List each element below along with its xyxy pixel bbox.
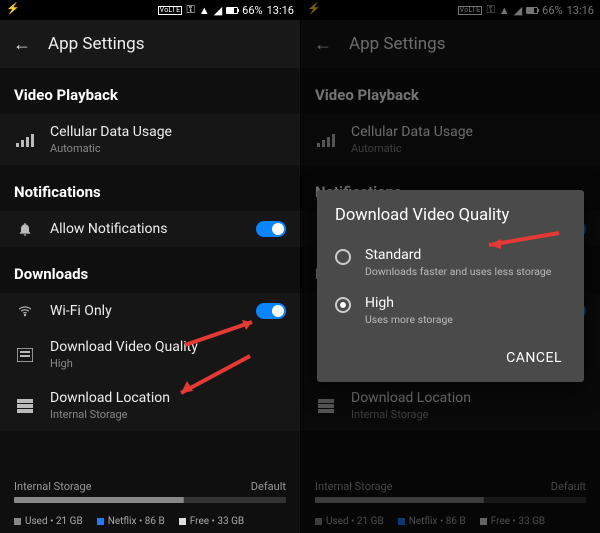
storage-legend: Used • 21 GB Netflix • 86 B Free • 33 GB xyxy=(301,516,600,527)
bell-icon xyxy=(14,221,36,237)
section-downloads: Downloads xyxy=(0,247,300,293)
status-bar: ⚡ VoLTE ⚿ ▲ ◢ 66% 13:16 xyxy=(301,0,600,20)
allow-notifications-label: Allow Notifications xyxy=(50,221,256,237)
status-bar: ⚡ VoLTE ⚿ ▲ ◢ 66% 13:16 xyxy=(0,0,300,20)
page-title: App Settings xyxy=(349,34,445,54)
storage-icon xyxy=(315,399,337,413)
option-label: High xyxy=(365,295,453,311)
legend-free: Free • 33 GB xyxy=(190,516,244,527)
download-location-row[interactable]: Download Location Internal Storage xyxy=(301,380,600,431)
page-title: App Settings xyxy=(48,34,144,54)
annotation-arrow xyxy=(471,225,571,259)
quality-option-high[interactable]: High Uses more storage xyxy=(335,287,566,335)
cellular-value: Automatic xyxy=(351,142,586,155)
cellular-data-usage-row[interactable]: Cellular Data Usage Automatic xyxy=(0,114,300,165)
back-button[interactable]: ← xyxy=(313,34,333,55)
clock: 13:16 xyxy=(267,4,294,17)
dialog-title: Download Video Quality xyxy=(335,206,566,225)
download-quality-dialog: Download Video Quality Standard Download… xyxy=(317,190,584,382)
cellular-value: Automatic xyxy=(50,142,286,155)
legend-netflix: Netflix • 86 B xyxy=(409,516,466,527)
vpn-key-icon: ⚿ xyxy=(486,3,494,17)
signal-bars-icon xyxy=(14,133,36,147)
storage-title: Internal Storage xyxy=(315,480,393,493)
wifi-icon: ▲ xyxy=(199,4,210,17)
quality-icon xyxy=(14,348,36,362)
settings-screen-left: ⚡ VoLTE ⚿ ▲ ◢ 66% 13:16 ← App Settings V… xyxy=(0,0,300,533)
storage-default: Default xyxy=(251,480,286,493)
radio-unselected-icon xyxy=(335,249,351,265)
settings-screen-right: ⚡ VoLTE ⚿ ▲ ◢ 66% 13:16 ← App Settings V… xyxy=(300,0,600,533)
allow-notifications-row[interactable]: Allow Notifications xyxy=(0,211,300,247)
storage-meter: Internal Storage Default xyxy=(301,480,600,503)
wifi-icon: ▲ xyxy=(499,4,510,17)
storage-meter: Internal Storage Default xyxy=(0,480,300,503)
cellular-label: Cellular Data Usage xyxy=(50,124,286,140)
storage-default: Default xyxy=(551,480,586,493)
option-description: Downloads faster and uses less storage xyxy=(365,265,551,279)
download-location-value: Internal Storage xyxy=(351,408,586,421)
section-notifications: Notifications xyxy=(0,165,300,211)
app-bar: ← App Settings xyxy=(301,20,600,68)
radio-selected-icon xyxy=(335,297,351,313)
volte-icon: VoLTE xyxy=(158,6,183,15)
signal-bars-icon xyxy=(315,133,337,147)
signal-icon: ◢ xyxy=(514,4,522,17)
storage-bar xyxy=(315,497,586,503)
battery-percent: 66% xyxy=(242,4,262,17)
volte-icon: VoLTE xyxy=(458,6,483,15)
clock: 13:16 xyxy=(567,4,594,17)
option-description: Uses more storage xyxy=(365,313,453,327)
annotation-arrow xyxy=(165,351,265,410)
section-video-playback: Video Playback xyxy=(0,68,300,114)
storage-legend: Used • 21 GB Netflix • 86 B Free • 33 GB xyxy=(0,516,300,527)
legend-used: Used • 21 GB xyxy=(326,516,384,527)
storage-icon xyxy=(14,399,36,413)
battery-percent: 66% xyxy=(542,4,562,17)
legend-netflix: Netflix • 86 B xyxy=(108,516,165,527)
legend-used: Used • 21 GB xyxy=(25,516,83,527)
section-video-playback: Video Playback xyxy=(301,68,600,114)
cancel-button[interactable]: CANCEL xyxy=(502,344,566,372)
legend-free: Free • 33 GB xyxy=(491,516,545,527)
download-location-label: Download Location xyxy=(351,390,586,406)
charging-icon: ⚡ xyxy=(6,2,20,15)
storage-bar xyxy=(14,497,286,503)
annotation-arrow xyxy=(180,310,270,354)
battery-icon xyxy=(526,7,538,14)
app-bar: ← App Settings xyxy=(0,20,300,68)
allow-notifications-toggle[interactable] xyxy=(256,221,286,237)
vpn-key-icon: ⚿ xyxy=(186,3,194,17)
cellular-data-usage-row[interactable]: Cellular Data Usage Automatic xyxy=(301,114,600,165)
cellular-label: Cellular Data Usage xyxy=(351,124,586,140)
battery-icon xyxy=(226,7,238,14)
back-button[interactable]: ← xyxy=(12,34,32,55)
wifi-icon-row xyxy=(14,304,36,318)
storage-title: Internal Storage xyxy=(14,480,92,493)
signal-icon: ◢ xyxy=(214,4,222,17)
charging-icon: ⚡ xyxy=(307,2,321,15)
